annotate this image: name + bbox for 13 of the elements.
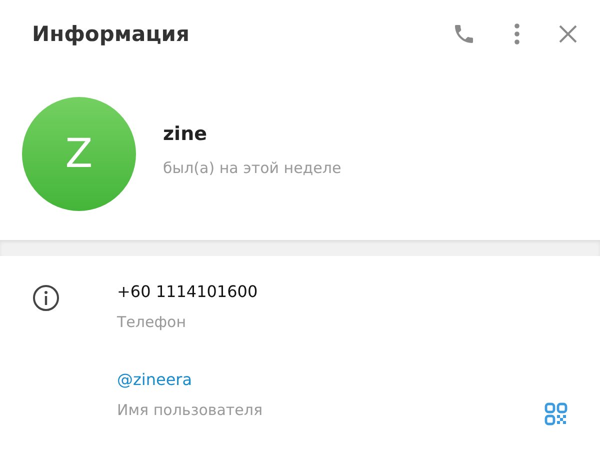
phone-number: +60 1114101600 xyxy=(117,282,259,301)
contact-name: zine xyxy=(163,123,208,145)
window-title: Информация xyxy=(32,22,190,46)
info-icon xyxy=(32,284,60,312)
avatar: Z xyxy=(22,97,136,211)
more-icon[interactable] xyxy=(514,23,520,45)
phone-icon[interactable] xyxy=(452,22,476,46)
close-icon[interactable] xyxy=(558,24,578,44)
field-label: Имя пользователя xyxy=(117,401,264,419)
qr-code-icon[interactable] xyxy=(544,402,568,426)
field-label: Телефон xyxy=(117,313,188,331)
last-seen-status: был(а) на этой неделе xyxy=(163,159,342,177)
username-link[interactable]: @zineera xyxy=(117,370,544,389)
